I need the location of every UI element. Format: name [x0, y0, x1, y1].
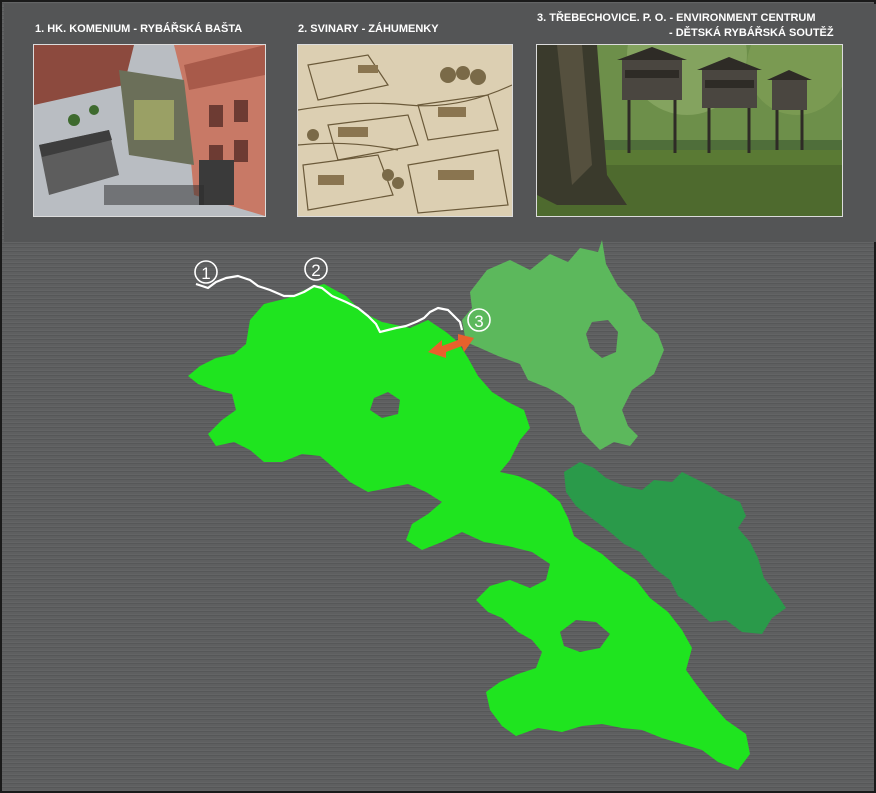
region-map: 1 2 3: [188, 240, 786, 770]
marker-2-label: 2: [311, 261, 320, 280]
marker-2: 2: [304, 257, 328, 281]
marker-1-label: 1: [201, 264, 210, 283]
marker-3-label: 3: [474, 312, 483, 331]
marker-1: 1: [194, 260, 218, 284]
map-poster: 1. HK. KOMENIUM - RYBÁŘSKÁ BAŠTA 2. SVIN…: [0, 0, 876, 793]
